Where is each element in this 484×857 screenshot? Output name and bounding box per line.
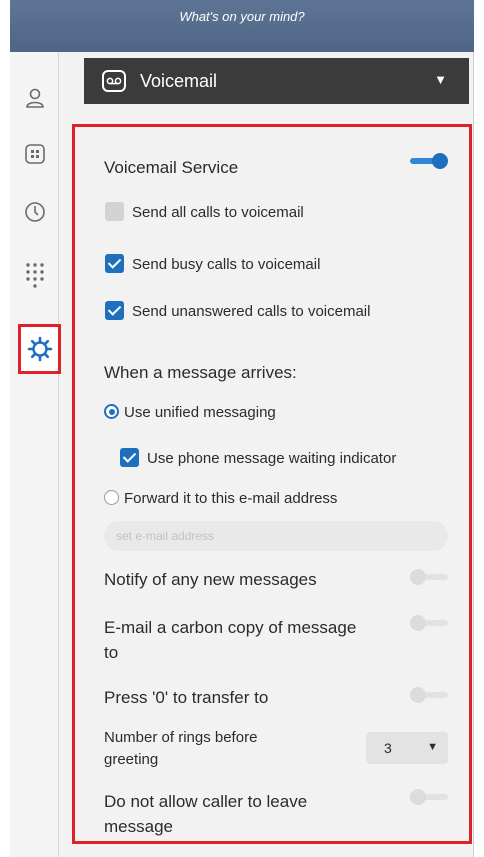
carbon-copy-toggle[interactable] bbox=[410, 614, 450, 632]
voicemail-icon bbox=[102, 70, 126, 92]
sidebar-item-history[interactable] bbox=[10, 190, 59, 234]
sidebar-item-dialpad[interactable] bbox=[10, 256, 59, 300]
no-message-toggle[interactable] bbox=[410, 788, 450, 806]
send-unanswered-label: Send unanswered calls to voicemail bbox=[132, 303, 371, 320]
rings-label-line1: Number of rings before bbox=[104, 729, 258, 746]
sidebar-item-directory[interactable] bbox=[10, 132, 59, 176]
sidebar-item-settings[interactable] bbox=[18, 324, 61, 374]
chevron-down-icon[interactable]: ▼ bbox=[434, 72, 447, 87]
rings-label-line2: greeting bbox=[104, 751, 159, 768]
mwi-label: Use phone message waiting indicator bbox=[147, 450, 397, 467]
no-message-label-line1: Do not allow caller to leave bbox=[104, 792, 308, 811]
chevron-down-icon: ▼ bbox=[427, 741, 438, 753]
rings-select-value: 3 bbox=[384, 740, 392, 756]
mwi-checkbox[interactable] bbox=[120, 448, 139, 467]
clock-icon bbox=[24, 202, 45, 222]
status-prompt[interactable]: What's on your mind? bbox=[10, 9, 474, 24]
send-busy-checkbox[interactable] bbox=[105, 254, 124, 273]
no-message-label-line2: message bbox=[104, 817, 173, 836]
unified-messaging-radio[interactable] bbox=[104, 404, 119, 419]
press-zero-label: Press '0' to transfer to bbox=[104, 688, 269, 707]
section-title: Voicemail bbox=[140, 71, 218, 91]
forward-email-radio[interactable] bbox=[104, 490, 119, 505]
dialpad-icon bbox=[25, 263, 44, 288]
unified-messaging-label: Use unified messaging bbox=[124, 404, 276, 421]
send-unanswered-checkbox[interactable] bbox=[105, 301, 124, 320]
notify-toggle[interactable] bbox=[410, 568, 450, 586]
status-bar[interactable]: What's on your mind? bbox=[10, 0, 474, 52]
rings-select[interactable]: 3 ▼ bbox=[366, 732, 448, 764]
send-all-label: Send all calls to voicemail bbox=[132, 204, 304, 221]
sidebar-item-contacts[interactable] bbox=[10, 76, 59, 120]
contact-icon bbox=[25, 88, 44, 108]
voicemail-service-label: Voicemail Service bbox=[104, 158, 239, 177]
send-all-checkbox[interactable] bbox=[105, 202, 124, 221]
press-zero-toggle[interactable] bbox=[410, 686, 450, 704]
building-icon bbox=[24, 144, 45, 164]
email-address-input[interactable] bbox=[104, 521, 448, 551]
voicemail-service-toggle[interactable] bbox=[408, 151, 448, 171]
voicemail-section-header[interactable]: Voicemail ▼ bbox=[84, 58, 469, 104]
forward-email-label: Forward it to this e-mail address bbox=[124, 490, 338, 507]
carbon-copy-label-line2: to bbox=[104, 643, 119, 662]
send-busy-label: Send busy calls to voicemail bbox=[132, 256, 321, 273]
message-arrives-heading: When a message arrives: bbox=[104, 363, 297, 382]
carbon-copy-label-line1: E-mail a carbon copy of message bbox=[104, 618, 357, 637]
notify-label: Notify of any new messages bbox=[104, 570, 317, 589]
sidebar bbox=[10, 52, 61, 857]
gear-icon bbox=[27, 336, 52, 362]
